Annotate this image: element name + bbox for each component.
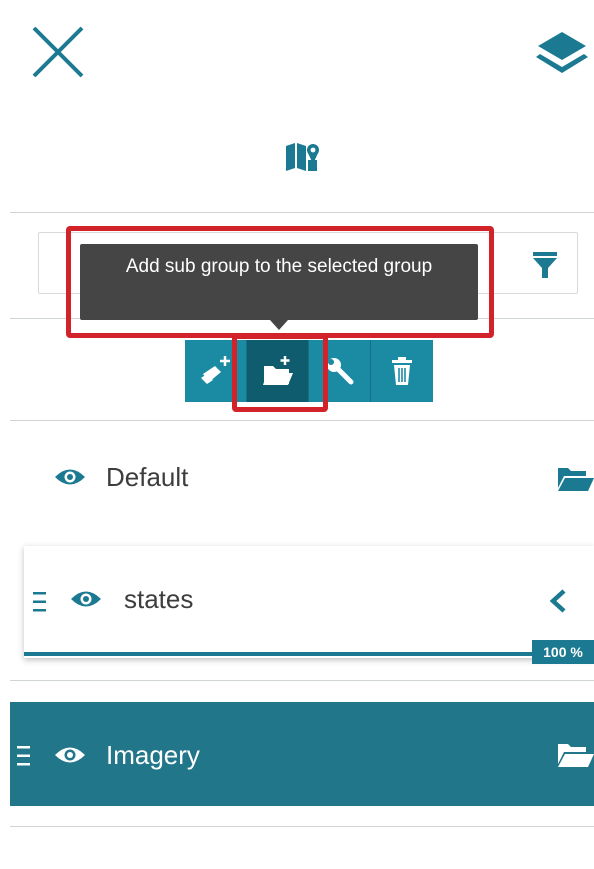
layer-label: states	[124, 584, 194, 614]
drag-handle-icon[interactable]	[16, 744, 32, 768]
filter-icon	[533, 252, 557, 278]
divider	[10, 826, 594, 827]
opacity-slider[interactable]	[24, 652, 544, 656]
close-icon	[32, 26, 84, 78]
delete-button[interactable]	[371, 340, 433, 402]
chevron-left-icon[interactable]	[548, 588, 568, 614]
eye-icon[interactable]	[70, 588, 102, 610]
drag-handle-icon[interactable]	[32, 590, 48, 614]
divider	[10, 680, 594, 681]
layers-icon	[536, 32, 588, 73]
eye-icon[interactable]	[54, 744, 86, 766]
layer-label: Imagery	[106, 740, 200, 770]
opacity-value: 100 %	[532, 640, 594, 664]
map-icon	[284, 140, 320, 172]
folder-open-icon[interactable]	[556, 740, 594, 768]
divider	[10, 212, 594, 213]
layers-button[interactable]	[534, 28, 590, 78]
layer-row-states[interactable]: states	[24, 546, 594, 658]
tooltip-highlight	[66, 226, 494, 338]
layer-label: Default	[106, 462, 189, 492]
eye-icon[interactable]	[54, 466, 86, 488]
close-button[interactable]	[28, 22, 88, 82]
add-layer-icon	[200, 356, 230, 384]
trash-icon	[392, 357, 412, 385]
divider	[10, 420, 594, 421]
button-highlight	[232, 334, 328, 412]
folder-open-icon[interactable]	[556, 464, 594, 492]
layer-row-default[interactable]: Default	[0, 440, 594, 514]
layer-row-imagery[interactable]: Imagery	[10, 702, 594, 806]
filter-button[interactable]	[525, 244, 565, 284]
